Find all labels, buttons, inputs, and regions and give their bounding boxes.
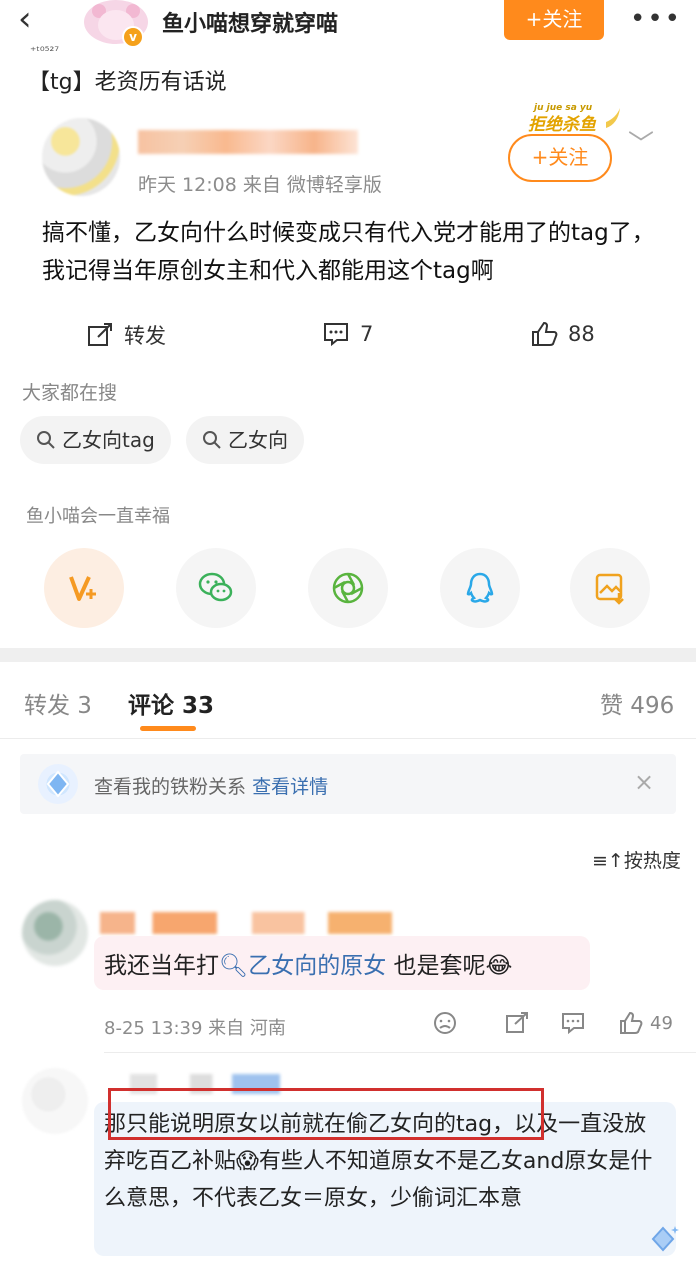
repost-icon: [88, 323, 112, 346]
search-chip[interactable]: 乙女向: [186, 416, 304, 464]
search-icon: [37, 431, 55, 449]
post-author-avatar[interactable]: [42, 118, 120, 196]
share-moments-button[interactable]: [308, 548, 388, 628]
post-follow-button[interactable]: +关注: [508, 134, 612, 182]
search-chip-label: 乙女向tag: [62, 428, 155, 452]
comment-divider: [104, 1052, 696, 1053]
close-icon[interactable]: ×: [634, 768, 654, 796]
like-count: 88: [568, 322, 595, 346]
tab-comments[interactable]: 评论 33: [128, 686, 214, 720]
back-arrow-icon[interactable]: ‹: [18, 2, 32, 36]
sort-by-hot-button[interactable]: ≡↑按热度: [592, 846, 681, 873]
comment-icon: [324, 323, 348, 347]
save-image-icon: [595, 573, 624, 605]
post-meta: 昨天 12:08 来自 微博轻享版: [138, 174, 382, 196]
post-body: 搞不懂，乙女向什么时候变成只有代入党才能用了的tag了，我记得当年原创女主和代入…: [42, 220, 655, 284]
search-link[interactable]: 🔍︎乙女向的原女: [219, 953, 386, 979]
comment-avatar[interactable]: [22, 900, 88, 966]
comment-button[interactable]: 7: [322, 320, 373, 348]
comment-avatar[interactable]: [22, 1068, 88, 1134]
verified-badge-icon: v: [122, 26, 144, 48]
comment-text: 我还当年打🔍︎乙女向的原女 也是套呢😂: [104, 953, 513, 979]
qq-icon: [466, 572, 494, 603]
repost-label: 转发: [124, 324, 166, 348]
post-author-name-blurred[interactable]: [138, 130, 358, 154]
fan-banner-text: 查看我的铁粉关系 查看详情: [94, 776, 329, 798]
share-wechat-button[interactable]: [176, 548, 256, 628]
profile-name[interactable]: 鱼小喵想穿就穿喵: [162, 6, 338, 38]
highlight-box: [108, 1088, 544, 1140]
reply-button[interactable]: [560, 1010, 586, 1036]
svg-text:拒绝杀鱼: 拒绝杀鱼: [528, 115, 597, 135]
comment-like-count: 49: [650, 1012, 673, 1034]
thumbs-up-icon: [620, 1011, 643, 1034]
comment-meta: 8-25 13:39 来自 河南: [104, 1018, 286, 1039]
section-divider: [0, 648, 696, 662]
diamond-sparkle-icon: [646, 1222, 680, 1256]
post-tag-line: 【tg】老资历有话说: [28, 70, 227, 95]
search-chip-label: 乙女向: [228, 428, 288, 452]
weibo-v-icon: [69, 576, 96, 601]
like-button[interactable]: 88: [530, 320, 595, 348]
comment-count: 7: [360, 322, 374, 346]
active-tab-indicator: [140, 726, 196, 731]
share-weibo-button[interactable]: [44, 548, 124, 628]
save-image-button[interactable]: [570, 548, 650, 628]
header-follow-button[interactable]: +关注: [504, 0, 604, 40]
thumbs-up-icon: [532, 321, 558, 346]
svg-text:ju jue sa yu: ju jue sa yu: [532, 103, 593, 113]
frown-face-icon: [434, 1012, 456, 1034]
repost-button[interactable]: 转发: [86, 320, 166, 350]
wechat-icon: [198, 572, 233, 602]
search-icon: [203, 431, 221, 449]
comment-share-button[interactable]: [504, 1010, 530, 1036]
partial-previous-text: ⁺ᵗ⁰⁵²⁷: [30, 44, 60, 58]
tabs-divider: [0, 738, 696, 739]
more-options-icon[interactable]: •••: [630, 4, 682, 34]
comment-author-name-blurred[interactable]: [100, 912, 392, 934]
search-chip[interactable]: 乙女向tag: [20, 416, 171, 464]
comment-icon: [562, 1013, 584, 1035]
diamond-icon: [38, 764, 78, 804]
chevron-down-icon[interactable]: ﹀: [628, 124, 654, 161]
share-qq-button[interactable]: [440, 548, 520, 628]
wish-text: 鱼小喵会一直幸福: [26, 506, 170, 527]
tab-likes[interactable]: 赞 496: [600, 686, 674, 720]
comment-like-button[interactable]: 49: [618, 1010, 673, 1036]
share-icon: [506, 1012, 528, 1033]
hot-search-label: 大家都在搜: [22, 382, 118, 404]
tab-reposts[interactable]: 转发 3: [24, 686, 92, 720]
moments-icon: [332, 572, 364, 604]
dislike-button[interactable]: [432, 1010, 458, 1036]
fan-details-link[interactable]: 查看详情: [252, 776, 328, 798]
